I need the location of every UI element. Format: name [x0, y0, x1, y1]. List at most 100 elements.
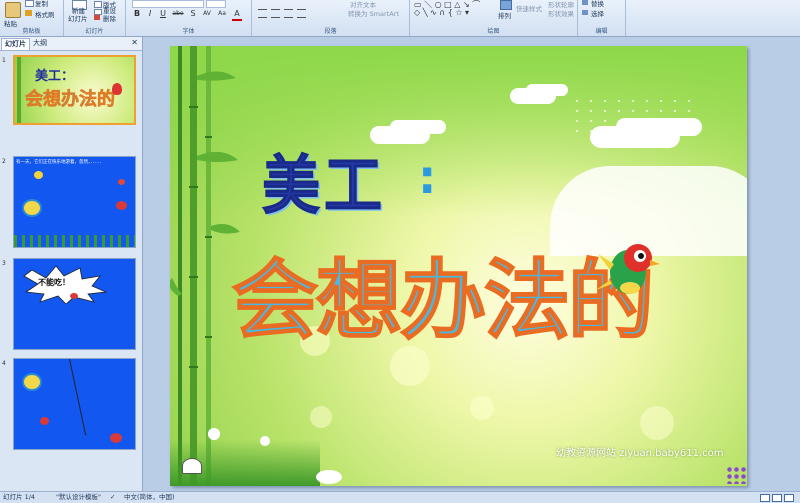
slide-title-big[interactable]: 会想办法的: [231, 230, 655, 355]
slide-thumbnail-3[interactable]: 不能吃！: [13, 258, 136, 350]
thumb-bamboo: [17, 57, 21, 123]
italic-button[interactable]: I: [145, 9, 155, 19]
flower-icon: [316, 470, 342, 484]
bokeh-circle: [470, 396, 494, 420]
slide-title-small[interactable]: 美工: [261, 134, 386, 226]
font-group-label: 字体: [182, 28, 195, 35]
quick-styles-button[interactable]: 快速样式: [516, 3, 542, 13]
editing-group-label: 编辑: [595, 28, 608, 35]
font-group: B I U abe S AV Aa A 字体: [126, 0, 252, 36]
underline-button[interactable]: U: [158, 9, 168, 19]
thumb-number: 3: [2, 260, 6, 267]
thumb-caption: 有一天，它们正在快乐地游着，忽然，．．．．．: [16, 160, 104, 165]
sparkles: [570, 96, 690, 136]
bold-button[interactable]: B: [132, 9, 142, 19]
select-icon[interactable]: [582, 10, 588, 15]
bokeh-circle: [310, 406, 332, 428]
sorter-view-icon[interactable]: [772, 494, 782, 502]
status-bar: 幻灯片 1/4 "默认设计模板" ✓ 中文(简体，中国): [0, 491, 800, 503]
thumb-number: 2: [2, 158, 6, 165]
slides-group: 新建 幻灯片 版式 重设 删除 幻灯片: [64, 0, 126, 36]
slide-editing-area: 美工 : 会想办法的 幼教资源网站 ziyuan.baby611.com: [143, 37, 800, 491]
slide-canvas[interactable]: 美工 : 会想办法的 幼教资源网站 ziyuan.baby611.com: [170, 46, 747, 486]
fish-icon: [40, 417, 49, 425]
close-panel-icon[interactable]: ✕: [131, 38, 138, 47]
slide-thumbnail-2[interactable]: 有一天，它们正在快乐地游着，忽然，．．．．．: [13, 156, 136, 248]
align-left-icon[interactable]: [258, 9, 267, 18]
fish-icon: [34, 171, 43, 179]
thumb-title-big: 会想办法的: [25, 89, 116, 111]
thumb-number: 4: [2, 360, 6, 367]
strikethrough-button[interactable]: abe: [171, 9, 185, 19]
spellcheck-icon[interactable]: ✓: [110, 492, 115, 503]
theme-name: "默认设计模板": [56, 493, 101, 501]
fishing-line-icon: [69, 359, 87, 436]
cloud-icon: [510, 88, 556, 104]
arrange-button[interactable]: 排列: [498, 10, 511, 20]
language: 中文(简体，中国): [124, 493, 175, 501]
slides-group-label: 幻灯片: [85, 28, 104, 35]
copy-icon[interactable]: [25, 0, 34, 7]
editing-group: 替换 选择 编辑: [578, 0, 626, 36]
bird-icon: [596, 244, 660, 294]
slide-count: 幻灯片 1/4: [3, 493, 36, 501]
flower-icon: [260, 436, 270, 446]
shape-effects-button[interactable]: 形状效果: [548, 8, 574, 18]
fish-icon: [118, 179, 125, 185]
shadow-button[interactable]: S: [188, 9, 198, 19]
change-case-button[interactable]: Aa: [216, 9, 228, 19]
purple-flowers: [726, 466, 746, 484]
clipboard-group: 粘贴 复制 格式刷 剪贴板: [0, 0, 64, 36]
font-name-box[interactable]: [132, 0, 204, 8]
paragraph-group: 对齐文本 转换为 SmartArt 段落: [252, 0, 410, 36]
copy-button[interactable]: 复制: [35, 0, 48, 8]
tab-outline[interactable]: 大纲: [30, 38, 50, 49]
fish-icon: [110, 433, 122, 443]
layout-icon[interactable]: [94, 1, 102, 8]
fish-icon: [116, 201, 127, 210]
justify-icon[interactable]: [297, 9, 306, 18]
fish-icon: [22, 199, 42, 217]
fish-icon: [22, 373, 42, 391]
watermark-text: 幼教资源网站 ziyuan.baby611.com: [556, 448, 724, 459]
paragraph-group-label: 段落: [324, 28, 337, 35]
thumb-number: 1: [2, 57, 6, 64]
butterfly-icon: [182, 458, 202, 474]
font-size-box[interactable]: [206, 0, 226, 8]
bamboo-icon: [170, 46, 240, 486]
font-color-button[interactable]: A: [232, 9, 242, 21]
replace-icon[interactable]: [582, 0, 588, 5]
align-center-icon[interactable]: [271, 9, 280, 18]
panel-tabs: 幻灯片 大纲 ✕: [0, 37, 142, 51]
delete-icon[interactable]: [94, 15, 100, 20]
thumb-bird-icon: [112, 83, 122, 95]
bokeh-circle: [640, 406, 674, 440]
slide-thumbnail-1[interactable]: 美工： 会想办法的: [13, 55, 136, 125]
arrange-icon[interactable]: [500, 0, 512, 10]
slide-title-colon: :: [418, 150, 437, 204]
seaweed-icon: [14, 235, 135, 247]
clipboard-group-label: 剪贴板: [22, 28, 41, 35]
drawing-group: ▭ ＼ ○ □ △ ↘ ⌒ ◇ ╲ ∿ ∩ { ☆ ▾ 排列 快速样式 形状轮廓 …: [410, 0, 578, 36]
new-slide-button-line2[interactable]: 幻灯片: [68, 13, 88, 23]
slides-panel: 幻灯片 大纲 ✕ 1 美工： 会想办法的 2 有一天，它们正在快乐地游着，忽然，…: [0, 37, 143, 491]
slideshow-view-icon[interactable]: [784, 494, 794, 502]
thumb-title-small: 美工：: [35, 69, 75, 84]
fish-icon: [70, 293, 78, 299]
delete-button[interactable]: 删除: [103, 13, 116, 23]
format-painter-icon[interactable]: [25, 10, 32, 16]
flower-icon: [208, 428, 220, 440]
paste-icon[interactable]: [5, 2, 21, 18]
slide-thumbnail-4[interactable]: [13, 358, 136, 450]
normal-view-icon[interactable]: [760, 494, 770, 502]
tab-slides[interactable]: 幻灯片: [1, 38, 30, 50]
format-painter-button[interactable]: 格式刷: [35, 9, 55, 19]
shapes-gallery[interactable]: ▭ ＼ ○ □ △ ↘ ⌒ ◇ ╲ ∿ ∩ { ☆ ▾: [414, 1, 490, 17]
convert-smartart-button[interactable]: 转换为 SmartArt: [348, 8, 399, 18]
select-button[interactable]: 选择: [591, 8, 604, 18]
ribbon: 粘贴 复制 格式刷 剪贴板 新建 幻灯片 版式 重设 删除 幻灯片 B I U …: [0, 0, 800, 37]
replace-button[interactable]: 替换: [591, 0, 604, 8]
align-right-icon[interactable]: [284, 9, 293, 18]
thumb-bubble-text: 不能吃！: [38, 278, 70, 287]
char-spacing-button[interactable]: AV: [201, 9, 213, 19]
